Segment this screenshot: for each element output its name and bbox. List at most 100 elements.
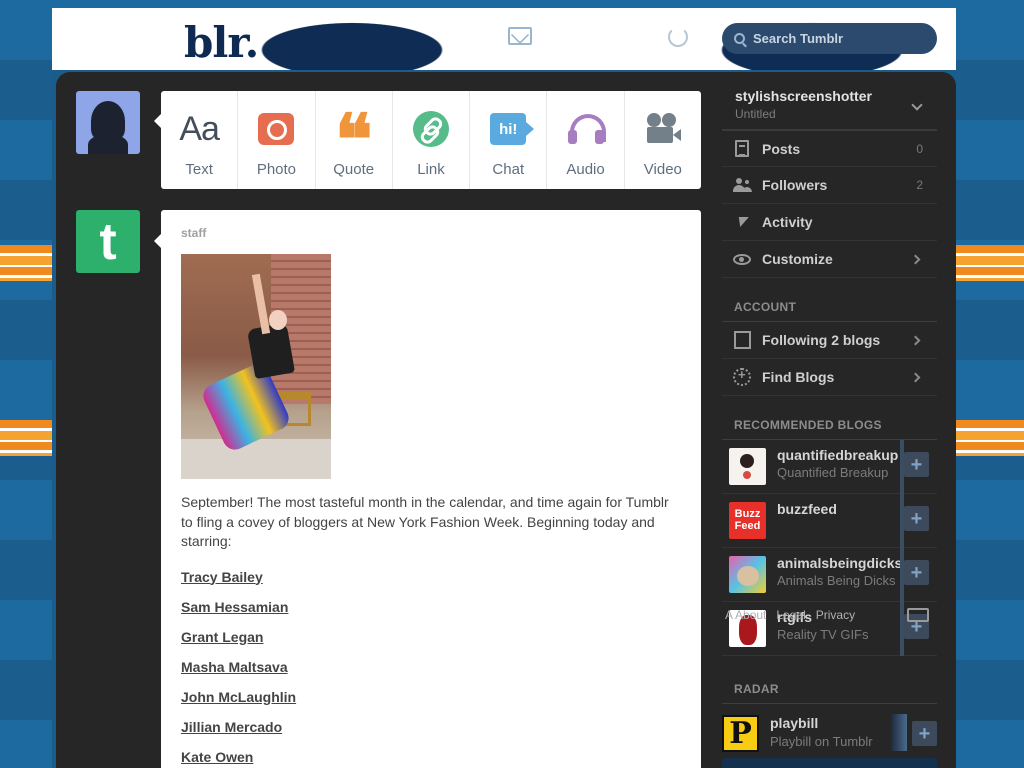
sidebar-item-activity[interactable]: Activity <box>722 204 937 241</box>
background-stripe <box>0 420 52 456</box>
post-types-caret <box>154 114 161 128</box>
dashboard-post: staff September! The most tasteful month… <box>161 210 701 768</box>
power-icon[interactable] <box>668 27 688 47</box>
blogger-link[interactable]: Tracy Bailey <box>181 568 681 586</box>
follow-button[interactable]: + <box>912 721 937 746</box>
header-edge <box>52 0 956 8</box>
chevron-right-icon <box>910 254 921 264</box>
footer-link-privacy[interactable]: Privacy <box>816 608 855 622</box>
post-type-chat[interactable]: hi! Chat <box>470 91 548 189</box>
activity-icon <box>735 217 749 227</box>
post-type-quote[interactable]: ❝ Quote <box>316 91 393 189</box>
footer-links: A About Legal Privacy <box>722 608 937 622</box>
link-icon <box>412 111 449 147</box>
blog-selector[interactable]: stylishscreenshotter Untitled <box>722 80 937 130</box>
post-type-link[interactable]: Link <box>393 91 471 189</box>
account-section-title: ACCOUNT <box>722 278 937 322</box>
avatar-silhouette-body <box>88 135 128 154</box>
blogger-link[interactable]: Jillian Mercado <box>181 718 681 736</box>
recommended-blog[interactable]: Buzz Feed buzzfeed + <box>722 494 937 548</box>
blog-title: Untitled <box>735 107 776 121</box>
sidebar-item-customize[interactable]: Customize <box>722 241 937 278</box>
post-type-label: Audio <box>566 161 605 178</box>
recommended-blog[interactable]: animalsbeingdicks Animals Being Dicks + <box>722 548 937 602</box>
camera-icon <box>258 113 295 145</box>
radar-section-title: RADAR <box>722 656 937 704</box>
sidebar-item-label: Customize <box>762 251 833 267</box>
blog-name: stylishscreenshotter <box>735 88 872 104</box>
mail-icon[interactable] <box>508 27 532 45</box>
post-type-label: Video <box>643 161 682 178</box>
footer-link[interactable]: A <box>725 608 733 622</box>
chat-bubble-icon: hi! <box>490 113 535 145</box>
blogger-link[interactable]: John McLaughlin <box>181 688 681 706</box>
find-blogs-icon <box>733 367 751 386</box>
blog-title: Reality TV GIFs <box>777 627 869 642</box>
customize-icon <box>733 253 751 265</box>
post-type-label: Photo <box>256 161 297 178</box>
radar-thumbnail[interactable] <box>891 714 907 751</box>
follow-button[interactable]: + <box>904 452 929 477</box>
background-stripe <box>0 245 52 281</box>
sidebar-item-find-blogs[interactable]: Find Blogs <box>722 359 937 396</box>
sidebar-item-label: Followers <box>762 177 828 193</box>
post-type-photo[interactable]: Photo <box>238 91 316 189</box>
chevron-right-icon <box>910 372 921 382</box>
blog-name: quantifiedbreakup <box>777 448 899 463</box>
blog-name: playbill <box>770 715 819 731</box>
sidebar-item-count: 0 <box>916 141 923 156</box>
blog-avatar: P <box>722 715 759 752</box>
blogger-link[interactable]: Grant Legan <box>181 628 681 646</box>
follow-button[interactable]: + <box>904 560 929 585</box>
search-input[interactable] <box>753 31 923 46</box>
followers-icon <box>733 178 751 192</box>
search-icon <box>734 33 745 44</box>
recommended-blogs-list: quantifiedbreakup Quantified Breakup + B… <box>722 440 937 656</box>
sidebar-item-label: Find Blogs <box>762 369 835 385</box>
blogger-link[interactable]: Kate Owen <box>181 748 681 766</box>
blog-avatar: Buzz Feed <box>729 502 766 539</box>
post-type-label: Text <box>185 161 213 178</box>
radar-post-preview[interactable] <box>722 758 937 768</box>
post-author[interactable]: staff <box>181 226 681 240</box>
quote-icon: ❝ <box>334 98 373 181</box>
sidebar-item-followers[interactable]: Followers 2 <box>722 167 937 204</box>
blog-name: animalsbeingdicks <box>777 556 902 571</box>
user-avatar[interactable] <box>76 91 140 154</box>
headphones-icon <box>567 114 606 144</box>
tumblr-logo[interactable]: blr. <box>184 18 259 67</box>
background-pattern-left <box>0 0 52 768</box>
posts-icon <box>735 140 749 157</box>
sidebar: stylishscreenshotter Untitled Posts 0 Fo… <box>722 80 937 761</box>
blog-avatar <box>729 556 766 593</box>
post-photo[interactable] <box>181 254 331 479</box>
post-type-video[interactable]: Video <box>625 91 701 189</box>
post-name-list: Tracy Bailey Sam Hessamian Grant Legan M… <box>181 568 681 766</box>
staff-avatar[interactable]: t <box>76 210 140 273</box>
sidebar-item-label: Following 2 blogs <box>762 332 881 348</box>
keyboard-icon[interactable] <box>907 608 929 622</box>
recommended-scrollbar[interactable] <box>900 440 904 656</box>
blogger-link[interactable]: Sam Hessamian <box>181 598 681 616</box>
sidebar-item-posts[interactable]: Posts 0 <box>722 130 937 167</box>
radar-blog[interactable]: P playbill Playbill on Tumblr + <box>722 704 937 761</box>
blog-avatar <box>729 448 766 485</box>
blog-name: buzzfeed <box>777 502 837 517</box>
blogger-link[interactable]: Masha Maltsava <box>181 658 681 676</box>
search-bar[interactable] <box>722 23 937 54</box>
sidebar-item-label: Activity <box>762 214 813 230</box>
footer-link-legal[interactable]: Legal <box>776 608 805 622</box>
chevron-right-icon <box>910 335 921 345</box>
background-stripe <box>956 420 1024 456</box>
follow-button[interactable]: + <box>904 506 929 531</box>
sidebar-item-label: Posts <box>762 140 801 157</box>
footer-link-about[interactable]: About <box>735 608 766 622</box>
post-type-text[interactable]: Aa Text <box>161 91 239 189</box>
sidebar-item-following[interactable]: Following 2 blogs <box>722 322 937 359</box>
post-type-label: Quote <box>333 161 375 178</box>
following-icon <box>733 331 751 349</box>
video-camera-icon <box>645 113 681 145</box>
recommended-blog[interactable]: quantifiedbreakup Quantified Breakup + <box>722 440 937 494</box>
post-type-audio[interactable]: Audio <box>547 91 625 189</box>
blog-title: Animals Being Dicks <box>777 573 896 588</box>
